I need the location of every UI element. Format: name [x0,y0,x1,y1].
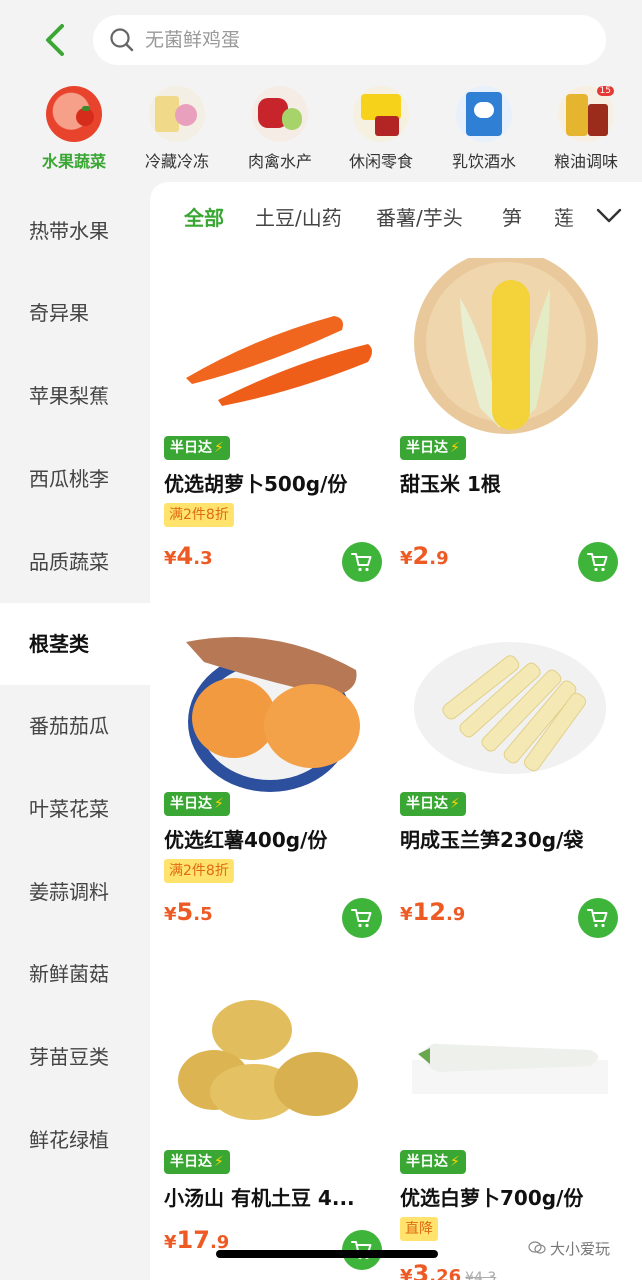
corn-icon [414,250,598,434]
subtab-potato-yam[interactable]: 土豆/山药 [255,202,342,231]
product-image-corn [400,250,622,436]
product-price: ¥12.9 [400,898,466,926]
sidebar-item[interactable]: 叶菜花菜 [0,768,150,850]
delivery-tag: 半日达 ⚡ [164,1150,230,1174]
watermark: 大小爱玩 [528,1238,610,1259]
tabs-fade [566,192,590,238]
product-panel: 全部 土豆/山药 番薯/芋头 笋 莲 半日达 ⚡ 优选胡萝卜500g/份 满2件8… [150,182,642,1280]
category-label: 冷藏冷冻 [144,152,209,171]
cart-icon [351,909,372,928]
category-snacks[interactable]: 休闲零食 [331,86,431,172]
sidebar-item[interactable]: 苹果梨蕉 [0,355,150,437]
cart-icon [587,553,608,572]
delivery-tag: 半日达 ⚡ [400,792,466,816]
sidebar-item[interactable]: 热带水果 [0,190,150,272]
delivery-tag: 半日达 ⚡ [400,436,466,460]
product-card[interactable]: 半日达 ⚡ 优选白萝卜700g/份 直降 ¥3.26 ¥4.3 [400,972,622,1280]
product-card[interactable]: 半日达 ⚡ 小汤山 有机土豆 4... ¥17.9 [164,972,386,1270]
cart-icon [351,553,372,572]
subtab-bamboo[interactable]: 笋 [502,202,522,231]
category-fruit-veg[interactable]: 水果蔬菜 [24,86,124,172]
add-to-cart-button[interactable] [342,542,382,582]
category-frozen[interactable]: 冷藏冷冻 [127,86,227,172]
search-bar[interactable]: 无菌鲜鸡蛋 [93,15,606,65]
grain-oil-icon: 15 [558,86,614,142]
back-button[interactable] [40,22,72,58]
cart-icon [587,909,608,928]
add-to-cart-button[interactable] [342,898,382,938]
product-image-bamboo-shoot [400,614,622,792]
product-name: 小汤山 有机土豆 4... [164,1186,355,1210]
product-price: ¥5.5 [164,898,213,926]
subtab-sweet-potato-taro[interactable]: 番薯/芋头 [376,202,463,231]
sidebar-item[interactable]: 姜蒜调料 [0,851,150,933]
search-placeholder: 无菌鲜鸡蛋 [145,29,241,51]
search-icon [110,28,134,52]
wechat-icon [528,1241,546,1254]
category-label: 水果蔬菜 [41,152,106,171]
product-card[interactable]: 半日达 ⚡ 明成玉兰笋230g/袋 ¥12.9 [400,614,622,938]
meat-seafood-icon [252,86,308,142]
subcategory-tabs: 全部 土豆/山药 番薯/芋头 笋 莲 [150,182,642,248]
category-label: 乳饮酒水 [451,152,516,171]
product-name: 明成玉兰笋230g/袋 [400,828,584,852]
product-card[interactable]: 半日达 ⚡ 甜玉米 1根 ¥2.9 [400,250,622,582]
product-image-carrot [164,258,386,436]
sidebar-item[interactable]: 西瓜桃李 [0,438,150,520]
sidebar-item[interactable]: 奇异果 [0,272,150,354]
product-name: 优选胡萝卜500g/份 [164,472,348,496]
product-name: 优选红薯400g/份 [164,828,328,852]
white-radish-icon [412,1043,608,1094]
carrot-icon [186,316,372,406]
potato-icon [178,1000,358,1120]
category-label: 休闲零食 [348,152,413,171]
category-dairy[interactable]: 乳饮酒水 [434,86,534,172]
product-price: ¥4.3 [164,542,213,570]
sidebar-item-active[interactable]: 根茎类 [0,603,150,685]
category-badge: 15 [596,86,614,96]
bamboo-shoot-icon [414,642,606,774]
chevron-down-icon[interactable] [594,202,624,228]
frozen-food-icon [149,86,205,142]
product-image-white-radish [400,972,622,1150]
snacks-icon [353,86,409,142]
subtab-all[interactable]: 全部 [184,202,224,231]
product-name: 甜玉米 1根 [400,472,501,496]
sidebar: 热带水果 奇异果 苹果梨蕉 西瓜桃李 品质蔬菜 根茎类 番茄茄瓜 叶菜花菜 姜蒜… [0,182,150,1280]
category-meat[interactable]: 肉禽水产 [230,86,330,172]
delivery-tag: 半日达 ⚡ [164,792,230,816]
sweet-potato-icon [186,636,360,792]
product-card[interactable]: 半日达 ⚡ 优选胡萝卜500g/份 满2件8折 ¥4.3 [164,258,386,582]
sidebar-item[interactable]: 新鲜菌菇 [0,933,150,1015]
product-image-sweet-potato [164,614,386,792]
chevron-left-icon [46,24,64,56]
sidebar-item[interactable]: 品质蔬菜 [0,521,150,603]
top-bar: 无菌鲜鸡蛋 [0,0,642,82]
category-grain-oil[interactable]: 15 粮油调味 [536,86,636,172]
product-card[interactable]: 半日达 ⚡ 优选红薯400g/份 满2件8折 ¥5.5 [164,614,386,938]
promo-badge: 满2件8折 [164,503,234,527]
category-label: 肉禽水产 [247,152,312,171]
category-label: 粮油调味 [553,152,618,171]
sidebar-item[interactable]: 芽苗豆类 [0,1016,150,1098]
product-name: 优选白萝卜700g/份 [400,1186,584,1210]
product-price: ¥2.9 [400,542,449,570]
product-image-potato [164,972,386,1150]
fruit-veg-icon [46,86,102,142]
home-indicator [216,1250,438,1258]
promo-badge: 满2件8折 [164,859,234,883]
product-price: ¥3.26 ¥4.3 [400,1260,496,1280]
category-row: 水果蔬菜 冷藏冷冻 肉禽水产 休闲零食 乳饮酒水 15 粮油调味 [0,82,642,182]
dairy-drinks-icon [456,86,512,142]
promo-badge: 直降 [400,1217,438,1241]
old-price: ¥4.3 [465,1270,497,1280]
delivery-tag: 半日达 ⚡ [400,1150,466,1174]
add-to-cart-button[interactable] [578,542,618,582]
delivery-tag: 半日达 ⚡ [164,436,230,460]
sidebar-item[interactable]: 鲜花绿植 [0,1099,150,1181]
add-to-cart-button[interactable] [578,898,618,938]
sidebar-item[interactable]: 番茄茄瓜 [0,685,150,767]
